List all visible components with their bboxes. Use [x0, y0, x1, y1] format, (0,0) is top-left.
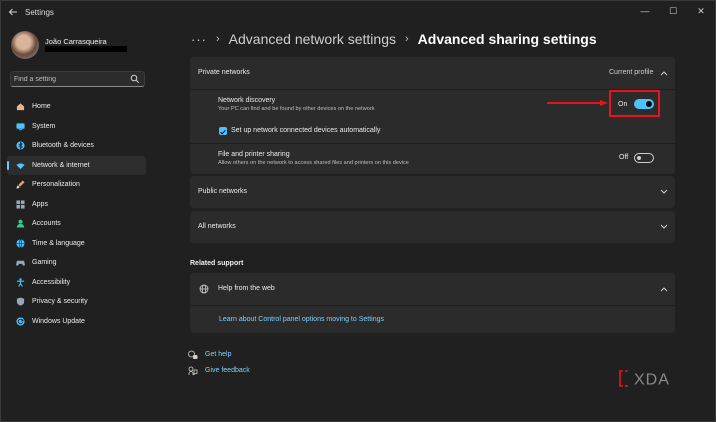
chevron-down-icon — [660, 189, 668, 194]
breadcrumb: ··· › Advanced network settings › Advanc… — [191, 28, 597, 50]
apps-icon — [16, 200, 25, 209]
sidebar-item-apps[interactable]: Apps — [7, 195, 146, 215]
shield-icon — [16, 297, 25, 306]
sidebar-item-label: Time & language — [32, 239, 85, 247]
public-networks-card[interactable]: Public networks — [190, 176, 675, 208]
window-controls: — ☐ ✕ — [631, 1, 715, 21]
user-name: João Carrasqueira — [45, 37, 107, 46]
give-feedback-link[interactable]: Give feedback — [205, 367, 250, 374]
sidebar-item-label: Accounts — [32, 220, 61, 228]
current-profile-badge: Current profile — [609, 69, 654, 76]
bluetooth-icon — [16, 141, 25, 150]
search-input[interactable] — [14, 73, 124, 85]
title-bar: Settings — ☐ ✕ — [1, 1, 715, 25]
system-icon — [16, 122, 25, 131]
private-networks-card: Private networks Current profile Network… — [190, 57, 675, 174]
sidebar-item-label: Accessibility — [32, 278, 71, 286]
avatar[interactable] — [11, 31, 39, 59]
accounts-icon — [16, 219, 25, 228]
help-from-web-card: Help from the web Learn about Control pa… — [190, 273, 675, 333]
sidebar-item-personalization[interactable]: Personalization — [7, 175, 146, 195]
chevron-up-icon — [660, 71, 668, 76]
breadcrumb-parent[interactable]: Advanced network settings — [229, 31, 396, 47]
accessibility-icon — [16, 278, 25, 287]
sidebar-nav: Home System Bluetooth & devices Network & i… — [7, 97, 146, 331]
network-discovery-label: Network discovery — [218, 97, 276, 104]
file-sharing-state: Off — [619, 154, 629, 161]
sidebar-item-accessibility[interactable]: Accessibility — [7, 273, 146, 293]
file-sharing-toggle[interactable] — [634, 153, 654, 163]
sidebar-item-network[interactable]: Network & internet — [7, 155, 146, 175]
settings-window: Settings — ☐ ✕ João Carrasqueira Home Sys… — [0, 0, 716, 422]
all-networks-title: All networks — [198, 223, 236, 230]
sidebar-item-label: Bluetooth & devices — [32, 142, 94, 150]
app-title: Settings — [25, 8, 54, 17]
sidebar-item-label: Windows Update — [32, 317, 85, 325]
globe-icon — [199, 284, 209, 294]
chevron-up-icon — [660, 287, 668, 292]
sidebar-item-label: Gaming — [32, 259, 57, 267]
help-icon — [188, 350, 198, 359]
chevron-right-icon: › — [216, 33, 220, 45]
private-networks-header[interactable]: Private networks Current profile — [190, 57, 675, 89]
network-discovery-desc: Your PC can find and be found by other d… — [218, 106, 375, 112]
red-arrow-icon — [547, 100, 608, 106]
all-networks-card[interactable]: All networks — [190, 211, 675, 243]
sidebar-item-accounts[interactable]: Accounts — [7, 214, 146, 234]
file-sharing-label: File and printer sharing — [218, 151, 290, 158]
xda-logo-text: XDA — [634, 372, 670, 388]
minimize-button[interactable]: — — [631, 1, 659, 21]
sidebar-item-time[interactable]: Time & language — [7, 234, 146, 254]
auto-setup-label: Set up network connected devices automat… — [231, 127, 381, 134]
page-title: Advanced sharing settings — [417, 31, 597, 47]
chevron-right-icon: › — [405, 33, 409, 45]
back-arrow-icon[interactable] — [7, 7, 19, 19]
sidebar-item-label: Network & internet — [32, 161, 90, 169]
control-panel-link[interactable]: Learn about Control panel options moving… — [219, 316, 384, 323]
more-icon[interactable]: ··· — [191, 32, 207, 47]
divider — [190, 305, 675, 306]
sidebar-item-gaming[interactable]: Gaming — [7, 253, 146, 273]
sidebar-item-label: Home — [32, 103, 51, 111]
sidebar-item-label: Privacy & security — [32, 298, 88, 306]
maximize-button[interactable]: ☐ — [659, 1, 687, 21]
redacted-email — [45, 46, 127, 52]
file-sharing-desc: Allow others on the network to access sh… — [218, 160, 409, 166]
sidebar-item-home[interactable]: Home — [7, 97, 146, 117]
close-button[interactable]: ✕ — [687, 1, 715, 21]
help-from-web-header[interactable]: Help from the web — [190, 273, 675, 305]
public-networks-title: Public networks — [198, 188, 248, 195]
private-networks-title: Private networks — [198, 69, 250, 76]
xda-logo: XDA — [619, 370, 670, 388]
brush-icon — [16, 180, 25, 189]
search-box[interactable] — [10, 71, 145, 87]
chevron-down-icon — [660, 224, 668, 229]
gaming-icon — [16, 258, 25, 267]
help-from-web-title: Help from the web — [218, 285, 275, 292]
sidebar-item-label: Personalization — [32, 181, 80, 189]
update-icon — [16, 317, 25, 326]
divider — [190, 89, 675, 90]
home-icon — [16, 102, 25, 111]
sidebar-item-update[interactable]: Windows Update — [7, 312, 146, 332]
sidebar-item-label: Apps — [32, 200, 48, 208]
divider — [190, 143, 675, 144]
auto-setup-checkbox[interactable] — [219, 127, 227, 135]
globe-icon — [16, 239, 25, 248]
sidebar-item-bluetooth[interactable]: Bluetooth & devices — [7, 136, 146, 156]
wifi-icon — [16, 161, 25, 170]
related-support-heading: Related support — [190, 260, 244, 267]
sidebar-item-system[interactable]: System — [7, 117, 146, 137]
highlight-box — [609, 90, 660, 117]
search-icon — [130, 74, 140, 84]
sidebar-item-privacy[interactable]: Privacy & security — [7, 292, 146, 312]
checkmark-icon — [220, 129, 226, 135]
sidebar-item-label: System — [32, 122, 56, 130]
get-help-link[interactable]: Get help — [205, 351, 231, 358]
feedback-icon — [188, 366, 198, 376]
